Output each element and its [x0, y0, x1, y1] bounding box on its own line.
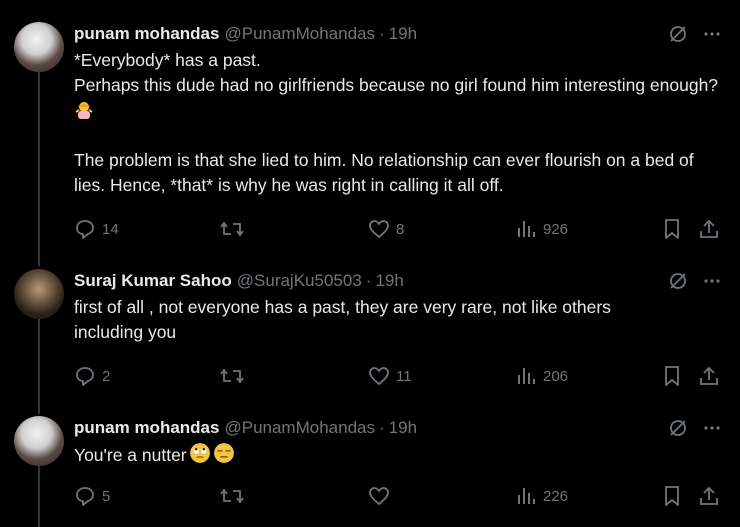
tweet-actions: 2 11 206	[74, 364, 724, 388]
share-icon	[700, 366, 718, 385]
tweet-line: Perhaps this dude had no girlfriends bec…	[74, 73, 724, 123]
bookmark-button[interactable]	[662, 364, 682, 388]
more-icon[interactable]	[702, 418, 722, 438]
more-icon[interactable]	[702, 271, 722, 291]
separator-dot: ·	[378, 418, 385, 437]
retweet-icon	[220, 221, 244, 237]
share-icon	[700, 219, 718, 238]
tweet-text: first of all , not everyone has a past, …	[74, 295, 674, 345]
views-icon	[518, 488, 535, 504]
avatar[interactable]	[14, 22, 64, 72]
timestamp[interactable]: 19h	[375, 271, 403, 290]
retweet-button[interactable]	[219, 217, 251, 241]
grok-icon[interactable]	[668, 418, 688, 438]
author-handle[interactable]: @PunamMohandas	[224, 24, 375, 43]
like-button[interactable]: 8	[368, 217, 404, 241]
tweet-line-text: You're a nutter	[74, 445, 187, 465]
author-name[interactable]: punam mohandas	[74, 418, 219, 437]
reply-icon	[76, 487, 94, 506]
tweet-header: Suraj Kumar Sahoo @SurajKu50503 · 19h	[74, 269, 404, 293]
bookmark-icon	[665, 366, 679, 386]
shrug-emoji-icon	[75, 102, 93, 119]
tweet-actions: 5 226	[74, 484, 724, 508]
reply-count: 5	[102, 487, 111, 505]
heart-icon	[369, 487, 389, 505]
avatar[interactable]	[14, 269, 64, 319]
tweet-header: punam mohandas @PunamMohandas · 19h	[74, 22, 417, 46]
like-button[interactable]: 11	[368, 364, 412, 388]
heart-icon	[369, 367, 389, 385]
author-handle[interactable]: @SurajKu50503	[237, 271, 362, 290]
views-count: 226	[543, 487, 569, 505]
views-button[interactable]: 206	[515, 364, 568, 388]
heart-icon	[369, 220, 389, 238]
tweet-line-text: Perhaps this dude had no girlfriends bec…	[74, 75, 719, 95]
tweet-line: You're a nutter	[74, 442, 724, 468]
tweet-text: *Everybody* has a past. Perhaps this dud…	[74, 48, 724, 198]
like-count: 8	[396, 220, 405, 238]
bookmark-button[interactable]	[662, 484, 682, 508]
reply-button[interactable]: 5	[74, 484, 110, 508]
tweet-header-icons	[668, 269, 722, 293]
tweet-header-icons	[668, 22, 722, 46]
reply-icon	[76, 367, 94, 386]
tweet[interactable]: punam mohandas @PunamMohandas · 19h You're …	[0, 416, 740, 516]
author-name[interactable]: Suraj Kumar Sahoo	[74, 271, 232, 290]
tweet-text: You're a nutter	[74, 442, 724, 468]
retweet-icon	[220, 488, 244, 504]
bookmark-icon	[665, 219, 679, 239]
reply-count: 2	[102, 367, 111, 385]
bookmark-button[interactable]	[662, 217, 682, 241]
avatar[interactable]	[14, 416, 64, 466]
retweet-button[interactable]	[219, 484, 251, 508]
tweet-header-icons	[668, 416, 722, 440]
like-count: 11	[396, 367, 412, 385]
tweet-line: first of all , not everyone has a past, …	[74, 297, 611, 342]
tweet-header: punam mohandas @PunamMohandas · 19h	[74, 416, 417, 440]
retweet-icon	[220, 368, 244, 384]
expressionless-emoji-icon	[213, 443, 234, 463]
share-icon	[700, 486, 718, 505]
timestamp[interactable]: 19h	[389, 24, 417, 43]
author-name[interactable]: punam mohandas	[74, 24, 219, 43]
tweet[interactable]: Suraj Kumar Sahoo @SurajKu50503 · 19h first…	[0, 269, 740, 399]
retweet-button[interactable]	[219, 364, 251, 388]
views-icon	[518, 221, 535, 237]
views-button[interactable]: 226	[515, 484, 568, 508]
eye-roll-emoji-icon	[189, 443, 210, 463]
tweet-line: The problem is that she lied to him. No …	[74, 150, 694, 195]
reply-button[interactable]: 14	[74, 217, 119, 241]
more-icon[interactable]	[702, 24, 722, 44]
reply-icon	[76, 220, 94, 239]
reply-button[interactable]: 2	[74, 364, 110, 388]
tweet[interactable]: punam mohandas @PunamMohandas · 19h *Everyb…	[0, 22, 740, 252]
views-icon	[518, 368, 535, 384]
bookmark-icon	[665, 486, 679, 506]
views-button[interactable]: 926	[515, 217, 568, 241]
reply-count: 14	[102, 220, 119, 238]
share-button[interactable]	[698, 484, 720, 508]
tweet-actions: 14 8 926	[74, 217, 724, 241]
grok-icon[interactable]	[668, 24, 688, 44]
tweet-line: *Everybody* has a past.	[74, 50, 261, 70]
grok-icon[interactable]	[668, 271, 688, 291]
separator-dot: ·	[378, 24, 385, 43]
like-button[interactable]	[368, 484, 396, 508]
author-handle[interactable]: @PunamMohandas	[224, 418, 375, 437]
views-count: 926	[543, 220, 569, 238]
share-button[interactable]	[698, 364, 720, 388]
views-count: 206	[543, 367, 569, 385]
timestamp[interactable]: 19h	[389, 418, 417, 437]
separator-dot: ·	[365, 271, 372, 290]
share-button[interactable]	[698, 217, 720, 241]
